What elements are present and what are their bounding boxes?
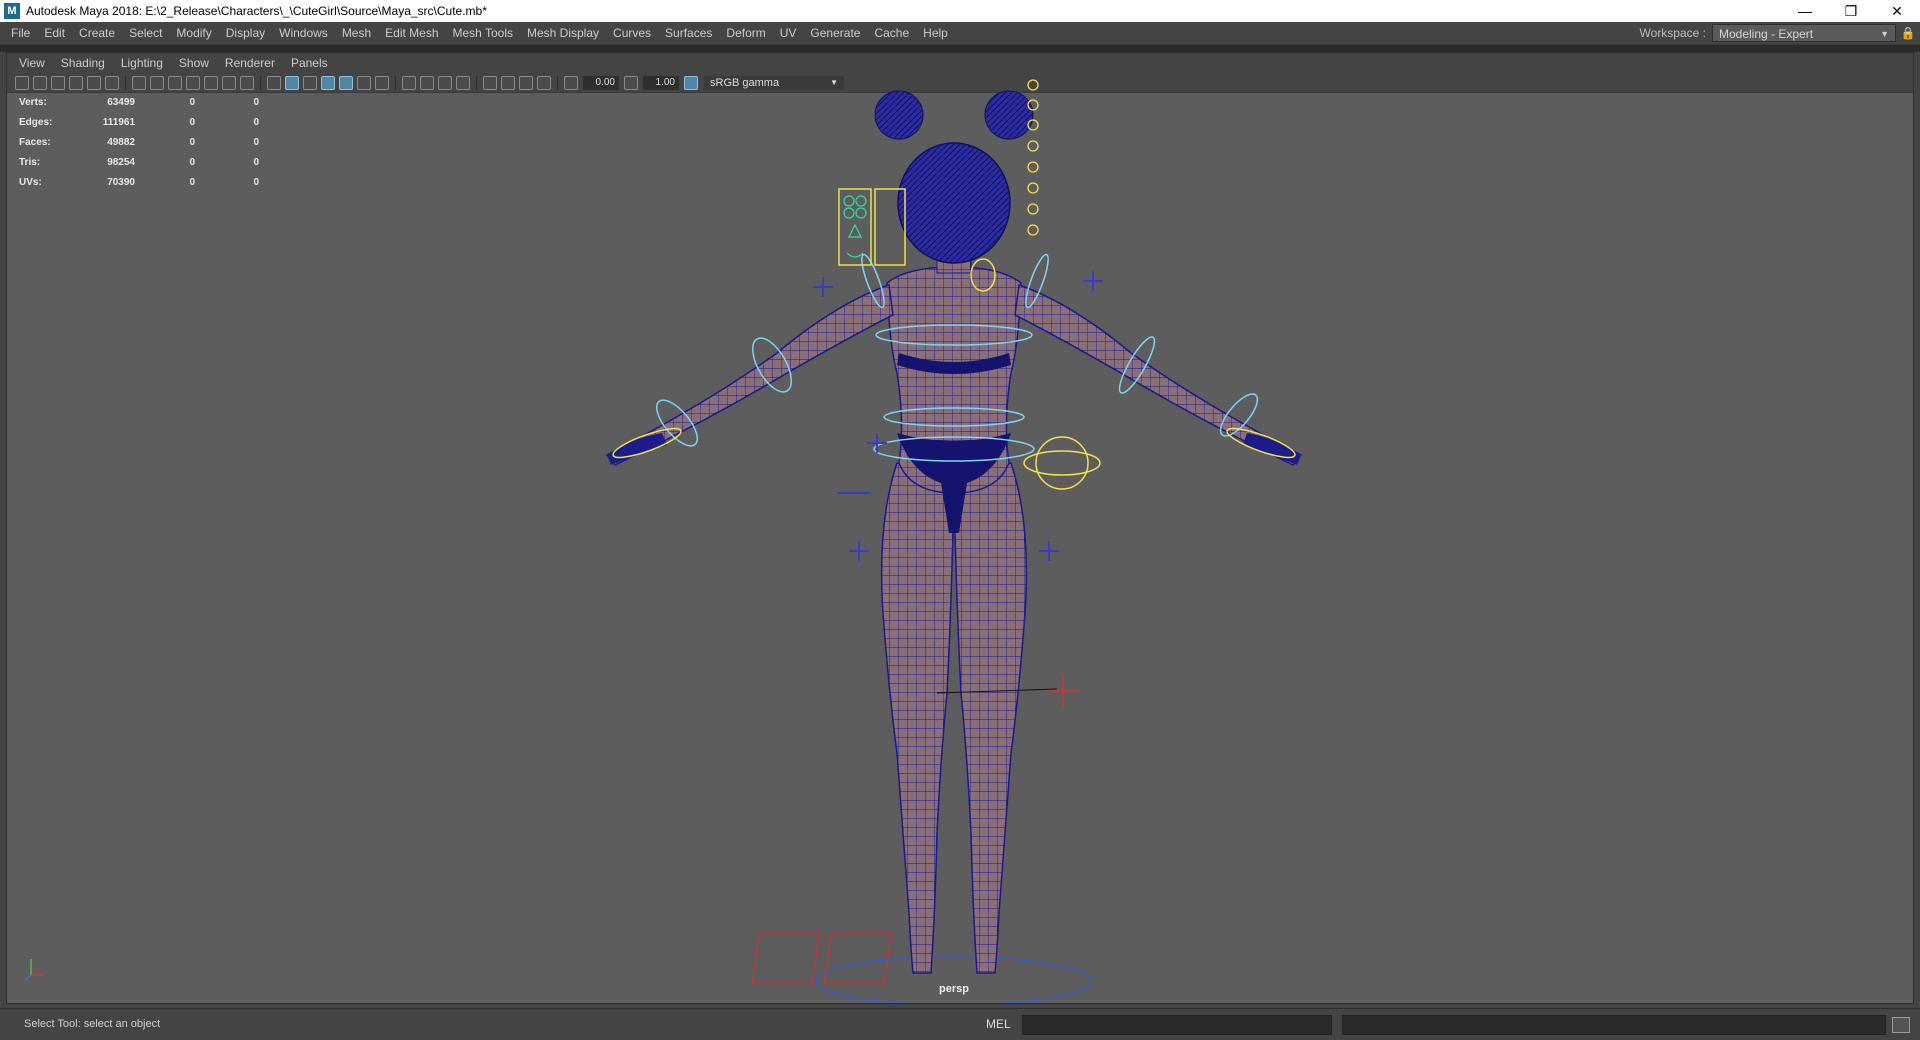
menu-deform[interactable]: Deform	[719, 22, 772, 44]
restore-button[interactable]: ❐	[1828, 0, 1874, 22]
menu-cache[interactable]: Cache	[867, 22, 916, 44]
menu-generate[interactable]: Generate	[803, 22, 867, 44]
right-leg-mesh	[954, 462, 1028, 974]
mel-language-toggle[interactable]: MEL	[986, 1017, 1011, 1031]
close-button[interactable]: ✕	[1874, 0, 1920, 22]
workspace-selector: Workspace : Modeling - Expert ▼ 🔒	[1640, 22, 1920, 44]
left-leg-mesh	[880, 462, 954, 974]
hip-ik-control	[1035, 436, 1089, 490]
menu-windows[interactable]: Windows	[272, 22, 335, 44]
menu-modify[interactable]: Modify	[169, 22, 218, 44]
menu-create[interactable]: Create	[72, 22, 122, 44]
ground-control-circle	[815, 956, 1093, 1003]
hair-mesh	[897, 142, 1011, 264]
command-result-field	[1342, 1015, 1886, 1035]
viewport-panel[interactable]: View Shading Lighting Show Renderer Panels	[6, 52, 1914, 1004]
minimize-button[interactable]: —	[1782, 0, 1828, 22]
right-hand-mesh	[1243, 433, 1301, 465]
character-scene[interactable]	[7, 53, 1913, 1003]
menu-mesh-tools[interactable]: Mesh Tools	[446, 22, 520, 44]
menu-display[interactable]: Display	[219, 22, 272, 44]
workspace-value: Modeling - Expert	[1719, 27, 1814, 41]
menu-uv[interactable]: UV	[773, 22, 804, 44]
menu-edit-mesh[interactable]: Edit Mesh	[378, 22, 445, 44]
view-axis-icon	[24, 959, 45, 981]
menu-surfaces[interactable]: Surfaces	[658, 22, 719, 44]
menu-mesh-display[interactable]: Mesh Display	[520, 22, 606, 44]
main-menu-bar: File Edit Create Select Modify Display Windows…	[0, 22, 1920, 45]
maya-logo-icon: M	[4, 3, 20, 19]
menu-file[interactable]: File	[4, 22, 37, 44]
window-title: Autodesk Maya 2018: E:\2_Release\Charact…	[26, 4, 487, 18]
camera-label: persp	[939, 983, 969, 995]
lock-icon[interactable]: 🔒	[1896, 26, 1920, 40]
left-hair-bun-mesh	[874, 90, 924, 140]
help-line-text: Select Tool: select an object	[24, 1018, 161, 1030]
help-line-bar: Select Tool: select an object MEL	[0, 1008, 1920, 1040]
menu-curves[interactable]: Curves	[606, 22, 658, 44]
menu-help[interactable]: Help	[916, 22, 955, 44]
command-line-input[interactable]	[1022, 1015, 1332, 1035]
workspace-label: Workspace :	[1639, 26, 1706, 40]
window-controls: — ❐ ✕	[1782, 0, 1920, 22]
menu-mesh[interactable]: Mesh	[335, 22, 378, 44]
script-editor-icon[interactable]	[1892, 1017, 1910, 1033]
menu-select[interactable]: Select	[122, 22, 169, 44]
workspace-dropdown[interactable]: Modeling - Expert ▼	[1712, 24, 1896, 42]
face-picker-symbols	[843, 195, 867, 258]
foot-controls	[751, 932, 893, 984]
chevron-down-icon: ▼	[1880, 29, 1889, 39]
menu-edit[interactable]: Edit	[37, 22, 72, 44]
title-bar: M Autodesk Maya 2018: E:\2_Release\Chara…	[0, 0, 1920, 22]
right-hair-bun-mesh	[984, 90, 1034, 140]
red-locator	[1047, 675, 1079, 707]
shelf-separator	[0, 45, 1920, 52]
